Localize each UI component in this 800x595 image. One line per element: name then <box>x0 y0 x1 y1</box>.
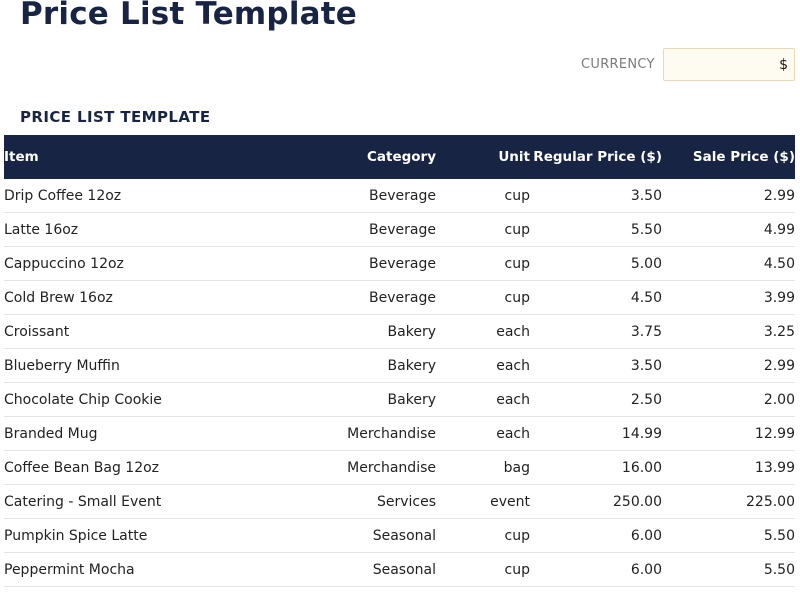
cell-unit: each <box>436 314 530 349</box>
cell-item: Croissant <box>4 314 257 349</box>
cell-category: Seasonal <box>257 552 436 587</box>
cell-category: Beverage <box>257 280 436 315</box>
cell-item: Blueberry Muffin <box>4 348 257 383</box>
cell-unit: cup <box>436 518 530 553</box>
cell-regular-price: 6.00 <box>530 552 662 587</box>
cell-unit: cup <box>436 552 530 587</box>
cell-unit: cup <box>436 212 530 247</box>
table-row: Croissant Bakery each 3.75 3.25 <box>4 314 795 349</box>
price-list-page: Price List Template CURRENCY PRICE LIST … <box>0 0 800 595</box>
header-item: Item <box>4 149 39 165</box>
cell-item: Drip Coffee 12oz <box>4 179 257 213</box>
table-row: Drip Coffee 12oz Beverage cup 3.50 2.99 <box>4 179 795 213</box>
cell-category: Bakery <box>257 382 436 417</box>
cell-sale-price: 3.99 <box>662 280 795 315</box>
cell-unit: event <box>436 484 530 519</box>
cell-item: Coffee Bean Bag 12oz <box>4 450 257 485</box>
cell-category: Beverage <box>257 179 436 213</box>
table-row: Cappuccino 12oz Beverage cup 5.00 4.50 <box>4 246 795 281</box>
table-header: Item Category Unit Regular Price ($) Sal… <box>4 135 795 179</box>
table-row: Pumpkin Spice Latte Seasonal cup 6.00 5.50 <box>4 518 795 553</box>
table-row: Chocolate Chip Cookie Bakery each 2.50 2.00 <box>4 382 795 417</box>
cell-item: Pumpkin Spice Latte <box>4 518 257 553</box>
cell-item: Cold Brew 16oz <box>4 280 257 315</box>
cell-sale-price: 13.99 <box>662 450 795 485</box>
cell-regular-price: 6.00 <box>530 518 662 553</box>
table-row: Peppermint Mocha Seasonal cup 6.00 5.50 <box>4 552 795 587</box>
price-table: Item Category Unit Regular Price ($) Sal… <box>4 135 795 587</box>
cell-unit: each <box>436 416 530 451</box>
cell-category: Services <box>257 484 436 519</box>
cell-regular-price: 3.50 <box>530 348 662 383</box>
cell-sale-price: 2.99 <box>662 179 795 213</box>
cell-sale-price: 12.99 <box>662 416 795 451</box>
cell-category: Merchandise <box>257 450 436 485</box>
cell-category: Beverage <box>257 246 436 281</box>
cell-sale-price: 5.50 <box>662 552 795 587</box>
cell-item: Cappuccino 12oz <box>4 246 257 281</box>
header-regular-price: Regular Price ($) <box>533 149 662 165</box>
header-sale-price: Sale Price ($) <box>692 149 795 165</box>
table-row: Catering - Small Event Services event 250.0… <box>4 484 795 519</box>
table-row: Coffee Bean Bag 12oz Merchandise bag 16.00 1… <box>4 450 795 485</box>
cell-category: Merchandise <box>257 416 436 451</box>
cell-unit: each <box>436 348 530 383</box>
cell-unit: cup <box>436 179 530 213</box>
cell-category: Beverage <box>257 212 436 247</box>
table-row: Branded Mug Merchandise each 14.99 12.99 <box>4 416 795 451</box>
cell-regular-price: 3.50 <box>530 179 662 213</box>
cell-regular-price: 14.99 <box>530 416 662 451</box>
cell-sale-price: 2.00 <box>662 382 795 417</box>
cell-unit: cup <box>436 280 530 315</box>
cell-item: Chocolate Chip Cookie <box>4 382 257 417</box>
cell-unit: cup <box>436 246 530 281</box>
header-unit: Unit <box>498 149 530 165</box>
cell-unit: each <box>436 382 530 417</box>
cell-category: Bakery <box>257 314 436 349</box>
cell-item: Peppermint Mocha <box>4 552 257 587</box>
cell-sale-price: 3.25 <box>662 314 795 349</box>
cell-regular-price: 5.50 <box>530 212 662 247</box>
cell-sale-price: 225.00 <box>662 484 795 519</box>
cell-category: Seasonal <box>257 518 436 553</box>
header-category: Category <box>366 149 436 165</box>
cell-regular-price: 250.00 <box>530 484 662 519</box>
cell-regular-price: 16.00 <box>530 450 662 485</box>
cell-item: Branded Mug <box>4 416 257 451</box>
cell-sale-price: 5.50 <box>662 518 795 553</box>
section-title: PRICE LIST TEMPLATE <box>20 108 211 126</box>
table-row: Blueberry Muffin Bakery each 3.50 2.99 <box>4 348 795 383</box>
cell-sale-price: 4.50 <box>662 246 795 281</box>
currency-input[interactable] <box>663 48 795 81</box>
currency-label: CURRENCY <box>581 57 655 72</box>
page-title: Price List Template <box>20 0 358 32</box>
cell-category: Bakery <box>257 348 436 383</box>
cell-sale-price: 2.99 <box>662 348 795 383</box>
cell-unit: bag <box>436 450 530 485</box>
table-row: Cold Brew 16oz Beverage cup 4.50 3.99 <box>4 280 795 315</box>
table-header-row: Item Category Unit Regular Price ($) Sal… <box>4 135 795 179</box>
cell-regular-price: 5.00 <box>530 246 662 281</box>
cell-item: Latte 16oz <box>4 212 257 247</box>
cell-regular-price: 3.75 <box>530 314 662 349</box>
table-row: Latte 16oz Beverage cup 5.50 4.99 <box>4 212 795 247</box>
cell-item: Catering - Small Event <box>4 484 257 519</box>
table-body: Drip Coffee 12oz Beverage cup 3.50 2.99 Latte… <box>4 179 795 587</box>
cell-regular-price: 2.50 <box>530 382 662 417</box>
cell-sale-price: 4.99 <box>662 212 795 247</box>
cell-regular-price: 4.50 <box>530 280 662 315</box>
